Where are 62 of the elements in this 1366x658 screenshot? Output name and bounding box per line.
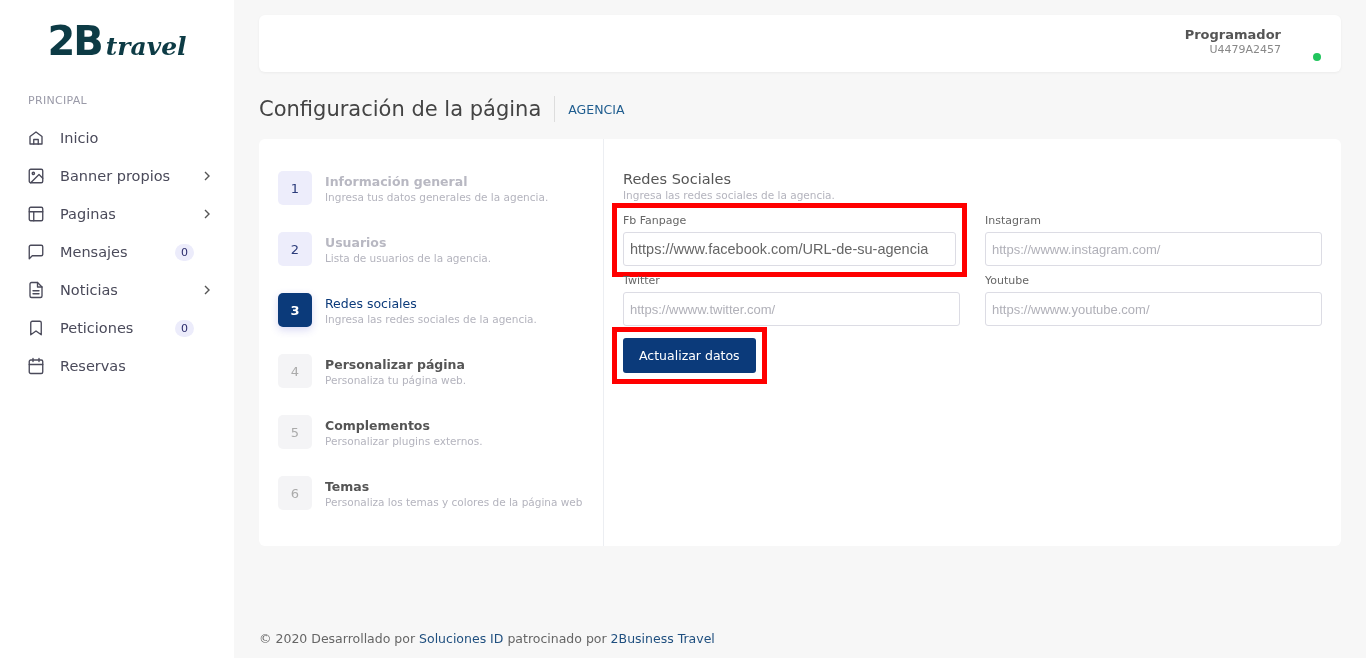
home-icon xyxy=(27,129,45,147)
field-label: Fb Fanpage xyxy=(623,214,688,227)
user-id: U4479A2457 xyxy=(1208,43,1281,56)
sidebar-item-label: Reservas xyxy=(60,358,127,374)
sidebar-item[interactable]: Reservas xyxy=(0,347,234,385)
update-button[interactable]: Actualizar datos xyxy=(623,338,756,373)
field-label: Youtube xyxy=(985,274,1030,287)
step-number: 1 xyxy=(278,171,312,205)
step-subtitle: Ingresa tus datos generales de la agencia. xyxy=(325,190,549,203)
step-number: 4 xyxy=(278,354,312,388)
step-title[interactable]: Complementos xyxy=(325,417,483,433)
step-title[interactable]: Redes sociales xyxy=(325,295,537,311)
user-name: Programador xyxy=(1184,27,1281,42)
chat-icon xyxy=(27,243,45,261)
step-title[interactable]: Personalizar página xyxy=(325,356,467,372)
footer-link[interactable]: 2Business Travel xyxy=(610,631,715,646)
chevron-icon xyxy=(203,285,211,295)
url-field[interactable]: https://wwww.instagram.com/ xyxy=(985,232,1322,266)
sidebar-item[interactable]: Peticiones 0 xyxy=(0,309,234,347)
step-subtitle: Lista de usuarios de la agencia. xyxy=(325,251,492,264)
step-number: 5 xyxy=(278,415,312,449)
page-title: Configuración de la página xyxy=(259,96,556,122)
sidebar-item[interactable]: Noticias xyxy=(0,271,234,309)
sidebar-item[interactable]: Inicio xyxy=(0,119,234,157)
sidebar-item-label: Noticias xyxy=(60,282,119,298)
url-field[interactable]: https://wwww.twitter.com/ xyxy=(623,292,960,326)
image-icon xyxy=(27,167,45,185)
form-subtitle: Ingresa las redes sociales de la agencia. xyxy=(623,189,836,201)
sidebar-item-label: Paginas xyxy=(60,206,117,222)
footer-text: © 2020 Desarrollado por Soluciones ID patrocinado por 2Business Travel xyxy=(259,631,716,648)
field-label: Instagram xyxy=(985,214,1042,227)
count-badge: 0 xyxy=(175,243,194,261)
bookmark-icon xyxy=(27,319,45,337)
logo: 2B travel xyxy=(47,18,187,64)
sidebar-item[interactable]: Banner propios xyxy=(0,157,234,195)
sidebar-item[interactable]: Mensajes 0 xyxy=(0,233,234,271)
step-number: 2 xyxy=(278,232,312,266)
sidebar-item-label: Mensajes xyxy=(60,244,129,260)
document-icon xyxy=(27,281,45,299)
step-subtitle: Personalizar plugins externos. xyxy=(325,434,483,447)
chevron-icon xyxy=(203,209,211,219)
step-subtitle: Personaliza los temas y colores de la página web xyxy=(325,495,583,508)
sidebar-item-label: Inicio xyxy=(60,130,100,146)
chevron-icon xyxy=(203,171,211,181)
sidebar-item-label: Peticiones xyxy=(60,320,135,336)
step-subtitle: Ingresa las redes sociales de la agencia. xyxy=(325,312,537,325)
section-heading: PRINCIPAL xyxy=(28,94,88,107)
step-subtitle: Personaliza tu página web. xyxy=(325,373,467,386)
sidebar-item-label: Banner propios xyxy=(60,168,172,184)
step-number: 3 xyxy=(278,293,312,327)
footer-link[interactable]: Soluciones ID xyxy=(419,631,504,646)
breadcrumb-link[interactable]: AGENCIA xyxy=(568,101,625,117)
field-label: Twitter xyxy=(623,274,661,287)
form-title: Redes Sociales xyxy=(623,171,733,187)
calendar-icon xyxy=(27,357,45,375)
step-title[interactable]: Temas xyxy=(325,478,583,494)
count-badge: 0 xyxy=(175,319,194,337)
layout-icon xyxy=(27,205,45,223)
url-field[interactable]: https://wwww.youtube.com/ xyxy=(985,292,1322,326)
url-field[interactable]: https://www.facebook.com/URL-de-su-agencia xyxy=(623,232,956,266)
sidebar-item[interactable]: Paginas xyxy=(0,195,234,233)
step-number: 6 xyxy=(278,476,312,510)
